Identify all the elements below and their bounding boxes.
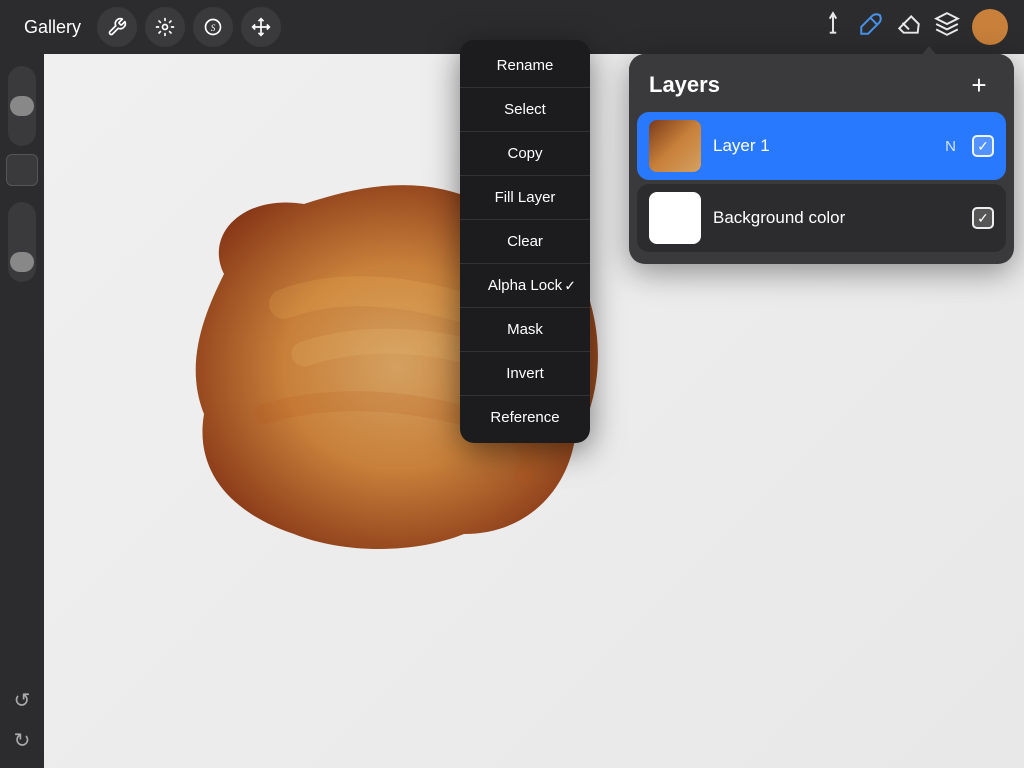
context-menu-item-alpha-lock[interactable]: Alpha Lock✓ [460,266,590,305]
toolbar-left: Gallery S [16,7,281,47]
context-menu: Rename Select Copy Fill Layer Clear Alpha Loc… [460,40,590,443]
menu-divider [460,307,590,308]
menu-divider [460,395,590,396]
svg-text:S: S [211,23,216,33]
layers-list: Layer 1 N ✓ Background color ✓ [629,112,1014,252]
context-menu-item-rename[interactable]: Rename [460,46,590,85]
menu-divider [460,87,590,88]
menu-divider [460,175,590,176]
layers-panel-arrow [919,46,939,58]
transform-button[interactable] [241,7,281,47]
layers-tool[interactable] [934,11,960,43]
left-sidebar: ↺ ↻ [0,54,44,768]
context-menu-item-clear[interactable]: Clear [460,222,590,261]
opacity-handle [10,96,34,116]
menu-divider [460,351,590,352]
layer-thumbnail-0 [649,120,701,172]
checkmark-icon: ✓ [977,210,989,227]
brush-tool[interactable] [858,11,884,43]
layer-name-0: Layer 1 [713,136,933,156]
layers-header: Layers + [629,54,1014,112]
layer-name-1: Background color [713,208,960,228]
layer-thumbnail-1 [649,192,701,244]
checkmark-icon: ✓ [564,277,576,294]
pencil-tool[interactable] [820,11,846,43]
menu-divider [460,131,590,132]
adjustments-icon [155,17,175,37]
transform-icon [251,17,271,37]
layer-item-0[interactable]: Layer 1 N ✓ [637,112,1006,180]
toolbar-right [820,9,1008,45]
context-menu-item-reference[interactable]: Reference [460,398,590,437]
layers-panel: Layers + Layer 1 N ✓ Background color ✓ [629,54,1014,264]
adjustments-button[interactable] [145,7,185,47]
opacity-slider[interactable] [8,66,36,146]
layer-checkbox-0[interactable]: ✓ [972,135,994,157]
menu-divider [460,219,590,220]
size-slider[interactable] [8,202,36,282]
redo-button[interactable]: ↻ [6,724,38,756]
smudge-button[interactable]: S [193,7,233,47]
context-menu-item-fill-layer[interactable]: Fill Layer [460,178,590,217]
context-menu-item-copy[interactable]: Copy [460,134,590,173]
gallery-button[interactable]: Gallery [16,13,89,42]
layers-title: Layers [649,72,720,98]
settings-button[interactable] [97,7,137,47]
menu-divider [460,263,590,264]
context-menu-item-invert[interactable]: Invert [460,354,590,393]
wrench-icon [107,17,127,37]
context-menu-item-select[interactable]: Select [460,90,590,129]
shape-button[interactable] [6,154,38,186]
layer-badge-0: N [945,138,956,155]
size-handle [10,252,34,272]
eraser-tool[interactable] [896,11,922,43]
layer-checkbox-1[interactable]: ✓ [972,207,994,229]
avatar[interactable] [972,9,1008,45]
checkmark-icon: ✓ [977,138,989,155]
undo-button[interactable]: ↺ [6,684,38,716]
smudge-icon: S [203,17,223,37]
layer-item-1[interactable]: Background color ✓ [637,184,1006,252]
add-layer-button[interactable]: + [964,70,994,100]
context-menu-item-mask[interactable]: Mask [460,310,590,349]
